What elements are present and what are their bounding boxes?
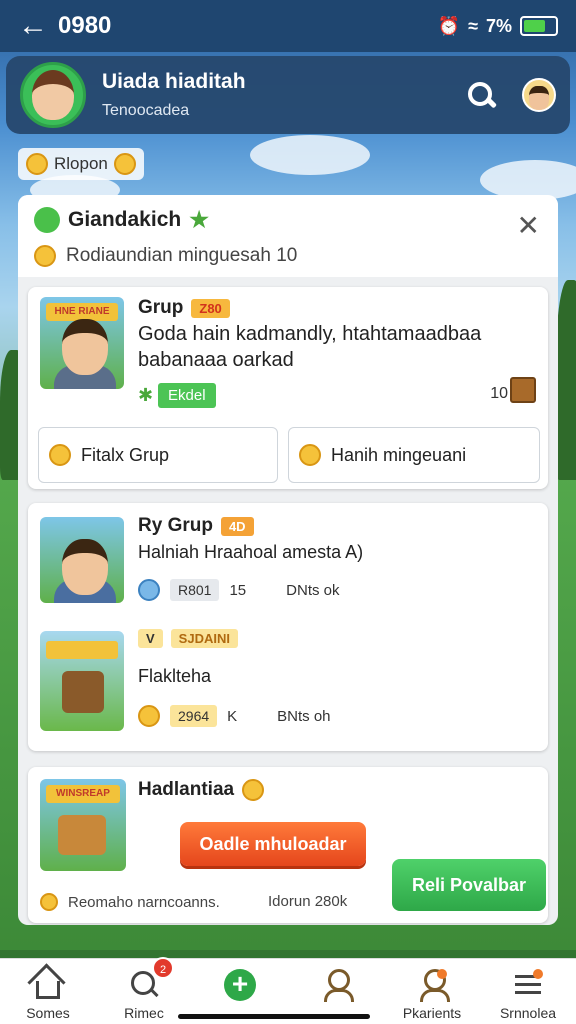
profile-name: Uiada hiaditah bbox=[102, 70, 246, 93]
people-icon bbox=[417, 969, 450, 1002]
nav-label: Somes bbox=[26, 1005, 70, 1021]
crate-icon bbox=[510, 377, 536, 403]
coin-icon bbox=[242, 779, 265, 801]
battery-fill bbox=[524, 20, 545, 32]
fitalx-grup-button[interactable]: Fitalx Grup bbox=[38, 427, 278, 483]
item-number: K bbox=[227, 707, 238, 725]
group-card[interactable]: HNE RIANE Grup Z80 Goda hain kadmandly, … bbox=[28, 287, 548, 489]
item-label: BNts oh bbox=[277, 707, 331, 725]
smiley-icon bbox=[34, 207, 60, 233]
menu-icon bbox=[513, 969, 543, 999]
chip-label: Rlopon bbox=[54, 154, 108, 173]
back-arrow-icon[interactable]: ← bbox=[18, 9, 58, 43]
promo-footer-left: Reomaho narncoanns. bbox=[68, 893, 220, 911]
nav-label: Rimec bbox=[124, 1005, 164, 1021]
coin-icon bbox=[40, 893, 58, 911]
thumbnail-banner bbox=[46, 641, 118, 659]
promo-card[interactable]: WINSREAP Hadlantiaa Oadle mhuloadar Reli… bbox=[28, 767, 548, 923]
promo-title: Hadlantiaa bbox=[138, 779, 235, 800]
profile-avatar-button[interactable] bbox=[522, 78, 556, 112]
button-label: Fitalx Grup bbox=[81, 444, 170, 465]
nav-item-srnnolea[interactable]: Srnnolea bbox=[480, 959, 576, 1024]
plus-icon: + bbox=[224, 969, 256, 1001]
profile-subtitle: Tenoocadea bbox=[102, 102, 190, 119]
coin-icon bbox=[26, 153, 48, 175]
nav-item-pkarients[interactable]: Pkarients bbox=[384, 959, 480, 1024]
notification-badge: 2 bbox=[152, 957, 174, 979]
group-card[interactable]: Ry Grup 4D Halniah Hraahoal amesta A) R8… bbox=[28, 503, 548, 751]
reward-chip[interactable]: Rlopon bbox=[18, 148, 144, 180]
clock-icon bbox=[138, 579, 160, 601]
cloud-decoration bbox=[480, 160, 576, 200]
star-icon: ★ bbox=[189, 207, 209, 232]
thumbnail-banner: WINSREAP bbox=[46, 785, 120, 803]
card-title: Grup bbox=[138, 297, 184, 318]
card-tag: 4D bbox=[220, 516, 254, 536]
pointer-icon bbox=[299, 444, 321, 466]
stat-number: 15 bbox=[229, 581, 247, 599]
promo-footer-right: Idorun 280k bbox=[268, 893, 348, 910]
card-title: Ry Grup bbox=[138, 515, 213, 536]
panel-subtitle: Rodiaundian minguesah 10 bbox=[66, 245, 298, 266]
hand-icon bbox=[49, 444, 71, 466]
item-pill: 2964 bbox=[170, 705, 218, 727]
card-description: Goda hain kadmandly, htahtamaadbaa bbox=[138, 323, 482, 345]
card-description-2: babanaaa oarkad bbox=[138, 349, 294, 371]
wifi-icon: ≈ bbox=[468, 15, 478, 36]
group-panel: Giandakich ★ ✕ Rodiaundian minguesah 10 … bbox=[18, 195, 558, 925]
oadle-button[interactable]: Oadle mhuloadar bbox=[180, 822, 366, 866]
panel-title: Giandakich bbox=[68, 208, 182, 231]
item-title: Flaklteha bbox=[138, 666, 212, 686]
button-label: Hanih mingeuani bbox=[331, 444, 467, 465]
coin-icon bbox=[34, 245, 56, 267]
item-tag-small: V bbox=[138, 629, 163, 648]
card-tag: Z80 bbox=[191, 298, 230, 318]
coin-icon bbox=[113, 153, 136, 175]
status-icons: ⏰ ≈ 7% bbox=[438, 16, 558, 37]
nav-item-somes[interactable]: Somes bbox=[0, 959, 96, 1024]
battery-icon bbox=[520, 16, 558, 36]
home-icon bbox=[36, 981, 60, 999]
user-icon bbox=[321, 969, 354, 1002]
card-count: 10 bbox=[490, 385, 508, 402]
avatar[interactable] bbox=[20, 62, 86, 128]
group-thumbnail: HNE RIANE bbox=[40, 297, 124, 389]
tree-decoration bbox=[556, 280, 576, 480]
profile-header: Uiada hiaditah Tenoocadea bbox=[6, 56, 570, 134]
search-icon[interactable] bbox=[466, 80, 496, 110]
status-time: 0980 bbox=[58, 12, 112, 39]
item-tag: SJDAINI bbox=[170, 629, 238, 648]
coin-icon bbox=[138, 705, 160, 727]
close-icon[interactable]: ✕ bbox=[517, 209, 540, 242]
stat-label: DNts ok bbox=[286, 581, 340, 599]
gesture-bar[interactable] bbox=[178, 1014, 370, 1019]
panel-header: Giandakich ★ ✕ Rodiaundian minguesah 10 bbox=[18, 195, 558, 277]
status-badge: Ekdel bbox=[158, 383, 216, 408]
item-thumbnail bbox=[40, 631, 124, 731]
nav-label: Srnnolea bbox=[499, 1005, 557, 1021]
battery-percent: 7% bbox=[485, 15, 512, 36]
cloud-decoration bbox=[250, 135, 370, 175]
alarm-icon: ⏰ bbox=[437, 15, 461, 36]
nav-label: Pkarients bbox=[402, 1005, 462, 1021]
stat-pill: R801 bbox=[170, 579, 220, 601]
card-description: Halniah Hraahoal amesta A) bbox=[138, 542, 364, 562]
hanih-button[interactable]: Hanih mingeuani bbox=[288, 427, 540, 483]
promo-thumbnail: WINSREAP bbox=[40, 779, 126, 871]
group-thumbnail bbox=[40, 517, 124, 603]
status-bar: ← 0980 ⏰ ≈ 7% bbox=[0, 0, 576, 52]
reli-povalbar-button[interactable]: Reli Povalbar bbox=[392, 859, 546, 911]
sparkle-icon: ✱ bbox=[138, 385, 154, 405]
